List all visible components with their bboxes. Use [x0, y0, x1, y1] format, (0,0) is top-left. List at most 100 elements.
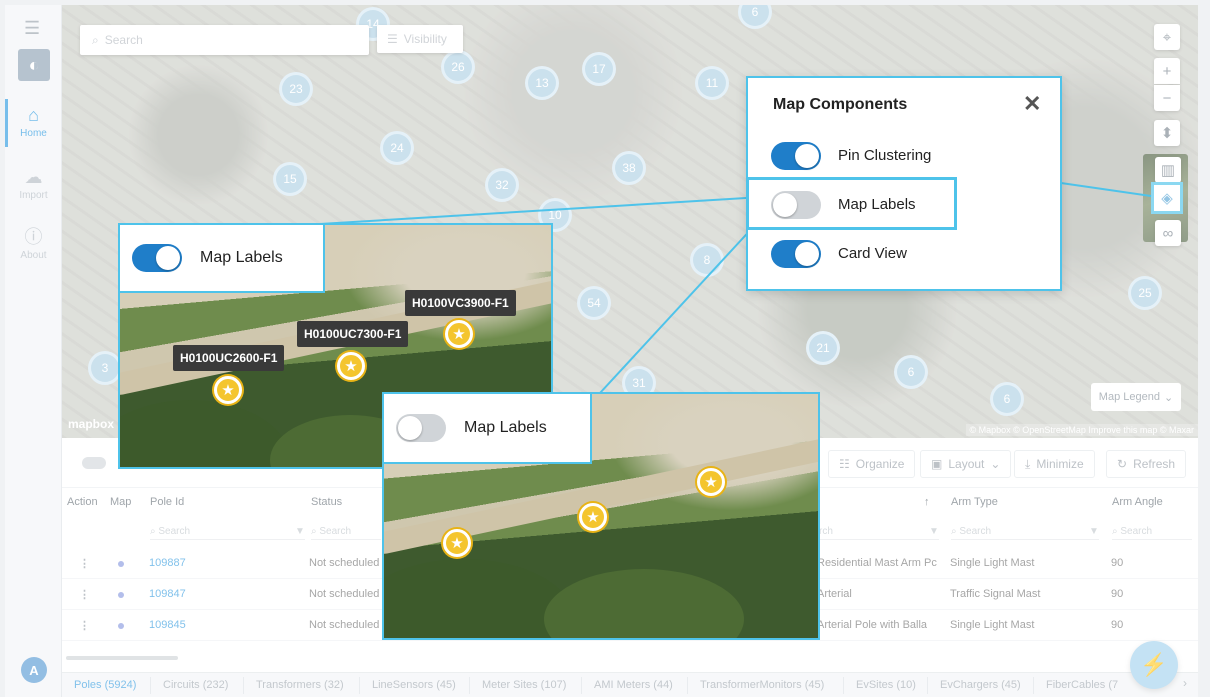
action-fab[interactable]: ⚡ — [1130, 641, 1178, 689]
tab-transformers[interactable]: Transformers (32) — [256, 679, 344, 691]
status-cell: Not scheduled — [309, 619, 380, 631]
pole-id-link[interactable]: 109845 — [149, 619, 186, 631]
map-cluster[interactable]: 11 — [695, 66, 729, 100]
binoculars-button[interactable]: ∞ — [1155, 220, 1181, 246]
map-cluster[interactable]: 17 — [582, 52, 616, 86]
app-logo[interactable]: ◐ — [18, 49, 50, 81]
close-icon[interactable]: ✕ — [1023, 91, 1041, 117]
map-attribution[interactable]: © Mapbox © OpenStreetMap Improve this ma… — [965, 424, 1198, 436]
visibility-button[interactable]: ☰ Visibility — [377, 25, 463, 53]
sidebar: ☰ ◐ ⌂ Home ☁ Import ⓘ About A — [5, 5, 62, 697]
tab-ami-meters[interactable]: AMI Meters (44) — [594, 679, 673, 691]
card-view-toggle[interactable] — [771, 240, 821, 268]
filter-icon[interactable]: ▼ — [1089, 526, 1099, 540]
locate-button[interactable]: ⌖ — [1154, 24, 1180, 50]
tab-divider — [927, 677, 928, 694]
column-header-arm-type[interactable]: Arm Type — [951, 496, 998, 508]
tab-ev-chargers[interactable]: EvChargers (45) — [940, 679, 1021, 691]
layout-button[interactable]: ▣ Layout ⌄ — [920, 450, 1012, 478]
tab-transformer-monitors[interactable]: TransformerMonitors (45) — [700, 679, 824, 691]
star-pin-icon[interactable]: ★ — [697, 468, 725, 496]
horizontal-scrollbar[interactable] — [66, 656, 178, 660]
map-cluster[interactable]: 15 — [273, 162, 307, 196]
map-cluster[interactable]: 54 — [577, 286, 611, 320]
map-cluster[interactable]: 23 — [279, 72, 313, 106]
filter-input-arm-angle[interactable]: ⌕ Search — [1112, 526, 1192, 540]
row-menu-icon[interactable]: ⋮ — [79, 619, 90, 632]
filter-input-status[interactable]: ⌕ Search — [311, 526, 381, 540]
tab-ev-sites[interactable]: EvSites (10) — [856, 679, 916, 691]
filter-icon[interactable]: ▼ — [929, 526, 939, 540]
map-cluster[interactable]: 32 — [485, 168, 519, 202]
tab-fiber-cables[interactable]: FiberCables (7 — [1046, 679, 1118, 691]
map-labels-toggle[interactable] — [771, 191, 821, 219]
map-cluster[interactable]: 21 — [806, 331, 840, 365]
minimize-button[interactable]: ⤓ Minimize — [1014, 450, 1095, 478]
map-labels-toggle-on — [132, 244, 182, 272]
column-header-map[interactable]: Map — [110, 496, 131, 508]
map-style-button[interactable]: ▥ — [1155, 157, 1181, 183]
map-cluster[interactable]: 25 — [1128, 276, 1162, 310]
tab-meter-sites[interactable]: Meter Sites (107) — [482, 679, 566, 691]
map-cluster[interactable]: 8 — [690, 243, 724, 277]
zoom-in-button[interactable]: + — [1154, 58, 1180, 84]
row-menu-icon[interactable]: ⋮ — [79, 557, 90, 570]
filter-icon[interactable]: ▼ — [295, 526, 305, 540]
card-view-label: Card View — [838, 245, 907, 262]
map-cluster[interactable]: 3 — [88, 351, 122, 385]
minimize-label: Minimize — [1036, 457, 1084, 471]
map-cluster[interactable]: 6 — [738, 5, 772, 29]
zoom-out-button[interactable]: − — [1154, 85, 1180, 111]
refresh-icon: ↻ — [1117, 457, 1128, 471]
map-components-button[interactable]: ◈ — [1151, 182, 1183, 214]
tree-cluster — [120, 400, 290, 467]
map-cluster[interactable]: 13 — [525, 66, 559, 100]
compass-button[interactable]: ⬍ — [1154, 120, 1180, 146]
map-cluster[interactable]: 26 — [441, 50, 475, 84]
map-cluster[interactable]: 6 — [894, 355, 928, 389]
filter-input-pole-id[interactable]: ⌕ Search — [150, 526, 295, 540]
sidebar-item-about[interactable]: ⓘ About — [5, 227, 62, 261]
filter-input-type[interactable]: rch — [819, 526, 934, 540]
map-legend-button[interactable]: Map Legend ⌄ — [1091, 383, 1181, 411]
arm-type-cell: Single Light Mast — [950, 557, 1035, 569]
sidebar-item-home[interactable]: ⌂ Home — [5, 99, 62, 147]
popup-title: Map Components — [773, 96, 908, 113]
map-dot-icon[interactable] — [118, 623, 124, 629]
map-cluster[interactable]: 6 — [990, 382, 1024, 416]
column-header-action[interactable]: Action — [67, 496, 98, 508]
column-header-pole-id[interactable]: Pole Id — [150, 496, 184, 508]
sort-arrow-icon[interactable]: ↑ — [924, 496, 930, 508]
avatar[interactable]: A — [21, 657, 47, 683]
star-pin-icon[interactable]: ★ — [337, 352, 365, 380]
grid-toggle[interactable] — [82, 457, 106, 469]
search-input[interactable]: ⌕ Search — [80, 25, 369, 55]
refresh-button[interactable]: ↻ Refresh — [1106, 450, 1187, 478]
sidebar-item-import[interactable]: ☁ Import — [5, 167, 62, 201]
tab-line-sensors[interactable]: LineSensors (45) — [372, 679, 456, 691]
organize-button[interactable]: ☷ Organize — [828, 450, 916, 478]
map-cluster[interactable]: 24 — [380, 131, 414, 165]
map-dot-icon[interactable] — [118, 561, 124, 567]
map-cluster[interactable]: 38 — [612, 151, 646, 185]
chevron-right-icon[interactable]: › — [1183, 676, 1187, 690]
pole-id-link[interactable]: 109847 — [149, 588, 186, 600]
pin-clustering-toggle[interactable] — [771, 142, 821, 170]
row-menu-icon[interactable]: ⋮ — [79, 588, 90, 601]
star-pin-icon[interactable]: ★ — [443, 529, 471, 557]
tree-cluster — [544, 569, 744, 638]
sidebar-item-label: About — [20, 250, 47, 261]
star-pin-icon[interactable]: ★ — [445, 320, 473, 348]
filter-input-arm-type[interactable]: ⌕ Search — [951, 526, 1096, 540]
type-cell: Residential Mast Arm Pc — [817, 557, 937, 569]
column-header-status[interactable]: Status — [311, 496, 342, 508]
binoculars-icon: ∞ — [1162, 224, 1174, 242]
map-dot-icon[interactable] — [118, 592, 124, 598]
pole-id-link[interactable]: 109887 — [149, 557, 186, 569]
tab-poles[interactable]: Poles (5924) — [74, 679, 136, 691]
star-pin-icon[interactable]: ★ — [214, 376, 242, 404]
hamburger-icon[interactable]: ☰ — [24, 19, 40, 37]
tab-circuits[interactable]: Circuits (232) — [163, 679, 228, 691]
column-header-arm-angle[interactable]: Arm Angle — [1112, 496, 1163, 508]
star-pin-icon[interactable]: ★ — [579, 503, 607, 531]
